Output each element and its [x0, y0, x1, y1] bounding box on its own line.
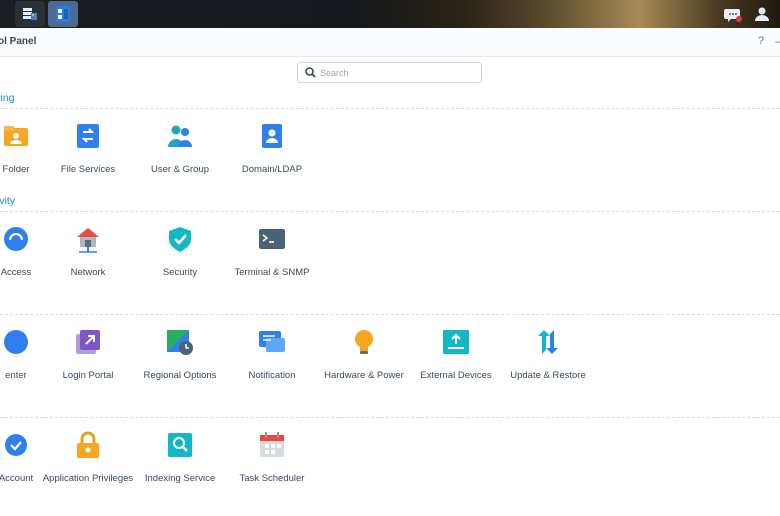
item-security[interactable]: Security — [134, 225, 226, 280]
regional-options-icon — [167, 330, 193, 355]
item-label: Application Privileges — [42, 473, 134, 484]
item-regional-options[interactable]: Regional Options — [134, 328, 226, 383]
user-menu-button[interactable] — [751, 3, 773, 25]
item-indexing-service[interactable]: Indexing Service — [134, 431, 226, 486]
item-label: Hardware & Power — [324, 370, 404, 381]
section-title-sharing: ring — [0, 92, 15, 104]
chat-notification-icon — [724, 9, 742, 22]
item-external-devices[interactable]: External Devices — [410, 328, 502, 383]
minimize-button[interactable]: – — [775, 34, 780, 48]
section-divider — [0, 211, 780, 212]
item-label: Indexing Service — [144, 473, 216, 484]
search-box[interactable] — [297, 62, 482, 83]
control-panel-window: ol Panel ? – ring Folder File Services U… — [0, 28, 780, 516]
item-terminal-snmp[interactable]: Terminal & SNMP — [226, 225, 318, 280]
item-label: Domain/LDAP — [241, 164, 303, 175]
taskbar-app-main-menu[interactable] — [15, 1, 45, 27]
network-icon — [77, 228, 99, 253]
indexing-service-icon — [168, 433, 192, 457]
item-label: Login Portal — [62, 370, 114, 381]
user-icon — [755, 7, 769, 21]
item-user-group[interactable]: User & Group — [134, 122, 226, 177]
item-label: External Devices — [420, 370, 492, 381]
item-label: Notification — [248, 370, 296, 381]
terminal-icon — [259, 229, 285, 249]
control-panel-icon — [56, 6, 70, 22]
task-scheduler-icon — [260, 432, 284, 457]
section-divider — [0, 108, 780, 109]
section-divider — [0, 417, 780, 418]
external-access-icon — [4, 227, 28, 251]
domain-ldap-icon — [262, 124, 282, 148]
taskbar — [0, 0, 780, 28]
item-login-portal[interactable]: Login Portal — [42, 328, 134, 383]
item-label: Update & Restore — [510, 370, 586, 381]
update-restore-icon — [538, 330, 558, 354]
section-divider — [0, 314, 780, 315]
application-privileges-icon — [77, 431, 99, 458]
search-icon — [305, 67, 316, 78]
search-input[interactable] — [320, 65, 475, 80]
item-hardware-power[interactable]: Hardware & Power — [318, 328, 410, 383]
info-center-icon — [4, 330, 28, 354]
item-label: Security — [162, 267, 198, 278]
item-domain-ldap[interactable]: Domain/LDAP — [226, 122, 318, 177]
item-label: Network — [70, 267, 106, 278]
help-button[interactable]: ? — [758, 35, 764, 47]
item-label: User & Group — [150, 164, 210, 175]
shared-folder-icon — [4, 126, 28, 146]
item-file-services[interactable]: File Services — [42, 122, 134, 177]
item-label: Terminal & SNMP — [234, 267, 310, 278]
notifications-button[interactable] — [722, 3, 744, 25]
external-devices-icon — [443, 330, 469, 354]
item-application-privileges[interactable]: Application Privileges — [42, 431, 134, 486]
item-label: Regional Options — [143, 370, 217, 381]
login-portal-icon — [76, 330, 100, 354]
account-icon — [5, 434, 27, 456]
window-titlebar: ol Panel ? – — [0, 28, 780, 57]
section-title-connectivity: ivity — [0, 195, 16, 207]
window-title: ol Panel — [0, 36, 37, 47]
item-network[interactable]: Network — [42, 225, 134, 280]
hardware-power-icon — [355, 330, 373, 354]
item-label: Task Scheduler — [239, 473, 305, 484]
item-notification[interactable]: Notification — [226, 328, 318, 383]
security-shield-icon — [169, 227, 191, 252]
file-services-icon — [77, 124, 99, 148]
item-label: File Services — [60, 164, 116, 175]
user-group-icon — [168, 125, 192, 147]
taskbar-app-control-panel[interactable] — [48, 1, 78, 27]
item-update-restore[interactable]: Update & Restore — [502, 328, 594, 383]
main-menu-icon — [23, 8, 37, 20]
notification-icon — [259, 331, 285, 352]
item-task-scheduler[interactable]: Task Scheduler — [226, 431, 318, 486]
